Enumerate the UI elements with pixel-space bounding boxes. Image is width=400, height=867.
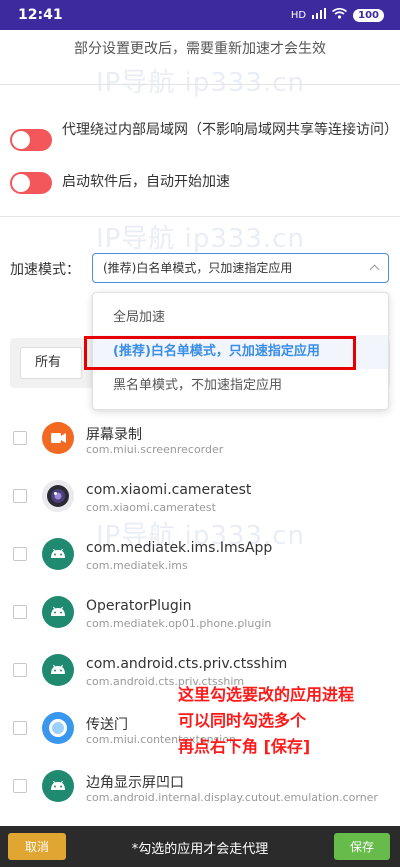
- save-button[interactable]: 保存: [334, 833, 390, 860]
- chevron-up-icon: [369, 264, 380, 275]
- list-item[interactable]: 边角显示屏凹口 com.android.internal.display.cut…: [0, 758, 400, 816]
- list-item[interactable]: com.xiaomi.cameratest com.xiaomi.camerat…: [0, 468, 400, 526]
- bottom-bar: 取消 *勾选的应用才会走代理 保存: [0, 826, 400, 867]
- app-checkbox[interactable]: [13, 721, 27, 735]
- battery-icon: 100: [353, 8, 384, 22]
- mode-select[interactable]: (推荐)白名单模式，只加速指定应用: [92, 253, 389, 283]
- annotation-line: 再点右下角 [保存]: [178, 737, 311, 756]
- app-name: com.android.cts.priv.ctsshim: [86, 656, 288, 672]
- list-item[interactable]: OperatorPlugin com.mediatek.op01.phone.p…: [0, 584, 400, 642]
- list-item[interactable]: com.mediatek.ims.ImsApp com.mediatek.ims: [0, 526, 400, 584]
- instruction-annotation: 这里勾选要改的应用进程 可以同时勾选多个 再点右下角 [保存]: [178, 682, 354, 760]
- portal-icon: [42, 712, 74, 744]
- status-bar: 12:41 HD 100: [0, 0, 400, 30]
- android-icon: [42, 596, 74, 628]
- app-checkbox[interactable]: [13, 431, 27, 445]
- android-icon: [42, 538, 74, 570]
- app-checkbox[interactable]: [13, 605, 27, 619]
- status-time: 12:41: [18, 7, 63, 23]
- divider: [0, 216, 400, 217]
- mode-option-global[interactable]: 全局加速: [93, 301, 388, 335]
- divider: [0, 84, 400, 85]
- app-checkbox[interactable]: [13, 663, 27, 677]
- annotation-line: 这里勾选要改的应用进程: [178, 685, 355, 704]
- annotation-line: 可以同时勾选多个: [178, 711, 307, 730]
- watermark: IP导航 ip333.cn: [96, 68, 306, 98]
- network-type: HD: [290, 9, 307, 21]
- app-name: 屏幕录制: [86, 427, 142, 443]
- screen-recorder-icon: [42, 422, 74, 454]
- watermark: IP导航 ip333.cn: [96, 224, 306, 254]
- auto-accelerate-toggle[interactable]: [10, 172, 52, 194]
- camera-icon: [42, 480, 74, 512]
- app-package: com.xiaomi.cameratest: [86, 501, 216, 514]
- app-package: com.mediatek.op01.phone.plugin: [86, 617, 272, 630]
- android-icon: [42, 654, 74, 686]
- mode-label: 加速模式：: [10, 262, 80, 278]
- app-name: 边角显示屏凹口: [86, 775, 184, 791]
- filter-select[interactable]: 所有: [20, 347, 82, 379]
- highlight-box: [84, 336, 356, 370]
- android-icon: [42, 770, 74, 802]
- wifi-icon: [332, 7, 348, 22]
- list-item[interactable]: 屏幕录制 com.miui.screenrecorder: [0, 410, 400, 468]
- bypass-lan-toggle[interactable]: [10, 129, 52, 151]
- app-checkbox[interactable]: [13, 779, 27, 793]
- app-name: OperatorPlugin: [86, 598, 192, 614]
- bypass-lan-label: 代理绕过内部局域网（不影响局域网共享等连接访问）: [62, 122, 398, 138]
- app-name: com.xiaomi.cameratest: [86, 482, 252, 498]
- app-package: com.mediatek.ims: [86, 559, 188, 572]
- settings-notice: 部分设置更改后，需要重新加速才会生效: [74, 41, 326, 57]
- app-package: com.android.internal.display.cutout.emul…: [86, 791, 378, 804]
- auto-accelerate-label: 启动软件后，自动开始加速: [62, 174, 230, 190]
- signal-icon: [312, 8, 327, 22]
- app-checkbox[interactable]: [13, 489, 27, 503]
- status-icons: HD 100: [290, 7, 384, 22]
- mode-selected-value: (推荐)白名单模式，只加速指定应用: [103, 261, 293, 275]
- app-checkbox[interactable]: [13, 547, 27, 561]
- app-name: com.mediatek.ims.ImsApp: [86, 540, 273, 556]
- app-name: 传送门: [86, 717, 128, 733]
- mode-option-blacklist[interactable]: 黑名单模式，不加速指定应用: [93, 369, 388, 403]
- app-package: com.miui.screenrecorder: [86, 443, 224, 456]
